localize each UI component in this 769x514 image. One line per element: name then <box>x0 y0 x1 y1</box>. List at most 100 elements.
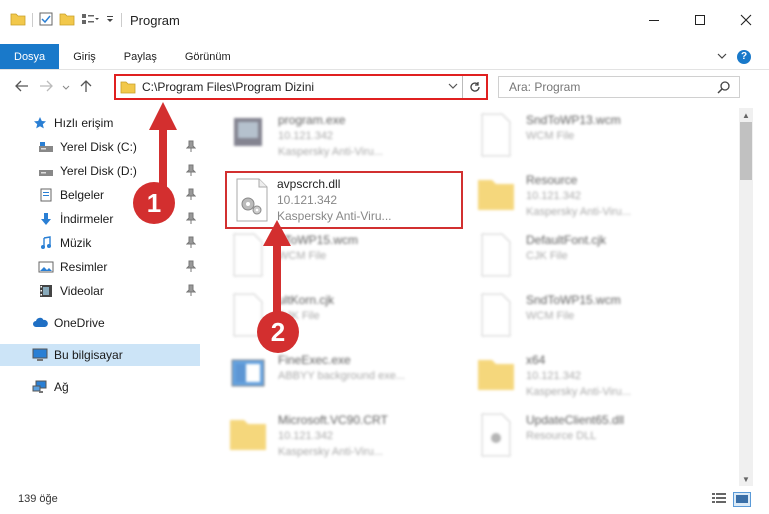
pin-icon[interactable] <box>185 212 197 227</box>
window-controls <box>631 0 769 40</box>
file-description: Kaspersky Anti-Viru... <box>278 446 383 458</box>
view-options-icon[interactable] <box>81 12 99 29</box>
pin-icon[interactable] <box>185 140 197 155</box>
file-name: x64 <box>526 353 546 367</box>
help-icon[interactable]: ? <box>737 49 751 64</box>
sidebar-item-disk-d[interactable]: Yerel Disk (D:) <box>0 160 200 182</box>
qat-separator <box>121 13 122 27</box>
pin-icon[interactable] <box>185 260 197 275</box>
sidebar-item-music[interactable]: Müzik <box>0 232 200 254</box>
pin-icon[interactable] <box>185 164 197 179</box>
step-badge-1: 1 <box>133 182 175 224</box>
file-description: Resource DLL <box>526 430 597 442</box>
sidebar-item-onedrive[interactable]: OneDrive <box>0 312 200 334</box>
search-icon[interactable] <box>717 80 731 97</box>
file-name: Microsoft.VC90.CRT <box>278 413 388 427</box>
details-view-icon[interactable] <box>711 492 727 507</box>
drive-icon <box>38 163 54 179</box>
customize-qat-icon[interactable] <box>105 13 115 27</box>
up-arrow-icon[interactable] <box>74 79 98 96</box>
address-bar[interactable]: C:\Program Files\Program Dizini <box>114 74 488 100</box>
file-name: dToWP15.wcm <box>278 233 359 247</box>
forward-arrow-icon[interactable] <box>34 79 58 95</box>
file-name: program.exe <box>278 113 346 127</box>
sidebar-item-label: Resimler <box>60 260 108 274</box>
file-item[interactable]: UpdateClient65.dll Resource DLL <box>476 412 706 468</box>
file-name: DefaultFont.cjk <box>526 233 607 247</box>
file-item[interactable]: x64 10.121.342 Kaspersky Anti-Viru... <box>476 352 706 408</box>
tab-home[interactable]: Giriş <box>59 44 110 69</box>
sidebar-item-network[interactable]: Ağ <box>0 376 200 398</box>
sidebar-item-quick-access[interactable]: Hızlı erişim <box>0 112 200 134</box>
tab-share[interactable]: Paylaş <box>110 44 171 69</box>
sidebar-item-label: Bu bilgisayar <box>54 348 123 362</box>
refresh-icon <box>469 82 480 92</box>
file-name: ultKorn.cjk <box>278 293 335 307</box>
sidebar-item-this-pc[interactable]: Bu bilgisayar <box>0 344 200 366</box>
vertical-scrollbar[interactable]: ▲ ▼ <box>739 108 753 486</box>
pin-icon[interactable] <box>185 236 197 251</box>
file-description: Kaspersky Anti-Viru... <box>526 206 631 218</box>
cloud-icon <box>32 315 48 331</box>
sidebar-item-disk-c[interactable]: Yerel Disk (C:) <box>0 136 200 158</box>
address-path: C:\Program Files\Program Dizini <box>142 80 315 94</box>
highlighted-file-item[interactable]: avpscrch.dll 10.121.342 Kaspersky Anti-V… <box>225 171 463 229</box>
file-version: 10.121.342 <box>278 130 334 142</box>
properties-icon[interactable] <box>39 12 53 29</box>
refresh-button[interactable] <box>462 76 486 98</box>
file-item[interactable]: Resource 10.121.342 Kaspersky Anti-Viru... <box>476 172 706 228</box>
new-folder-icon[interactable] <box>59 12 75 29</box>
search-box[interactable]: Ara: Program <box>498 76 740 98</box>
tab-file[interactable]: Dosya <box>0 44 60 69</box>
download-icon <box>38 211 54 227</box>
file-name: FineExec.exe <box>278 353 351 367</box>
dll-file-icon <box>236 178 268 222</box>
scrollbar-thumb[interactable] <box>740 122 752 180</box>
file-version: 10.121.342 <box>278 430 334 442</box>
quick-access-toolbar <box>0 12 122 29</box>
minimize-icon <box>649 20 659 21</box>
pictures-icon <box>38 259 54 275</box>
file-item[interactable]: program.exe 10.121.342 Kaspersky Anti-Viru… <box>228 112 458 168</box>
sidebar-item-label: İndirmeler <box>60 212 114 226</box>
file-description: CJK File <box>526 250 568 262</box>
step-badge-2: 2 <box>257 311 299 353</box>
exe-file-icon <box>234 118 262 146</box>
file-item[interactable]: FineExec.exe ABBYY background exe... <box>228 352 458 408</box>
sidebar-item-pictures[interactable]: Resimler <box>0 256 200 278</box>
minimize-button[interactable] <box>631 0 677 40</box>
large-icons-view-icon[interactable] <box>733 492 751 507</box>
file-description: Kaspersky Anti-Viru... <box>278 146 383 158</box>
file-item[interactable]: DefaultFont.cjk CJK File <box>476 232 706 288</box>
file-name: UpdateClient65.dll <box>526 413 625 427</box>
star-icon <box>32 115 48 131</box>
status-bar: 139 öğe <box>0 484 769 514</box>
music-icon <box>38 235 54 251</box>
file-item[interactable]: SndToWP15.wcm WCM File <box>476 292 706 348</box>
folder-icon <box>478 360 514 390</box>
close-button[interactable] <box>723 0 769 40</box>
drive-icon <box>38 139 54 155</box>
maximize-icon <box>695 15 705 25</box>
back-arrow-icon[interactable] <box>10 79 34 95</box>
tab-view[interactable]: Görünüm <box>171 44 245 69</box>
scroll-up-icon[interactable]: ▲ <box>739 108 753 122</box>
sidebar-item-videos[interactable]: Videolar <box>0 280 200 302</box>
documents-icon <box>38 187 54 203</box>
navigation-row: C:\Program Files\Program Dizini Ara: Pro… <box>0 72 769 102</box>
recent-locations-icon[interactable] <box>58 79 74 95</box>
sidebar-item-label: Yerel Disk (C:) <box>60 140 137 154</box>
maximize-button[interactable] <box>677 0 723 40</box>
expand-ribbon-icon[interactable] <box>717 50 727 64</box>
network-icon <box>32 379 48 395</box>
file-name: avpscrch.dll <box>277 177 341 191</box>
sidebar-item-label: Yerel Disk (D:) <box>60 164 137 178</box>
title-bar: Program <box>0 0 769 40</box>
pin-icon[interactable] <box>185 284 197 299</box>
videos-icon <box>38 283 54 299</box>
file-item[interactable]: dToWP15.wcm WCM File <box>228 232 458 288</box>
address-dropdown-icon[interactable] <box>448 81 458 94</box>
file-item[interactable]: Microsoft.VC90.CRT 10.121.342 Kaspersky An… <box>228 412 458 468</box>
pin-icon[interactable] <box>185 188 197 203</box>
file-item[interactable]: SndToWP13.wcm WCM File <box>476 112 706 168</box>
